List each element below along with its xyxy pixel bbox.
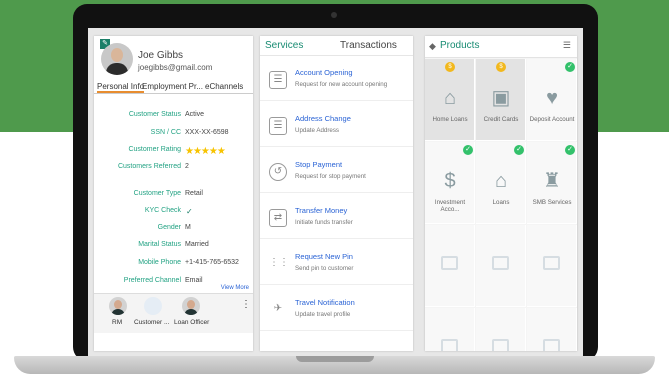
service-account-opening[interactable]: ☰ Account Opening Request for new accoun… xyxy=(260,62,413,101)
rm-label: RM xyxy=(112,319,123,326)
product-home-loans[interactable]: $ ⌂ Home Loans xyxy=(425,59,475,141)
address-icon: ☰ xyxy=(269,117,287,135)
home-icon: ⌂ xyxy=(494,170,508,192)
image-icon xyxy=(492,256,509,270)
image-icon xyxy=(492,339,509,351)
dollar-badge-icon: $ xyxy=(496,62,506,72)
list-icon[interactable]: ☰ xyxy=(563,40,571,51)
kyc-check-icon: ✓ xyxy=(186,207,193,216)
check-badge-icon: ✓ xyxy=(565,62,575,72)
image-icon xyxy=(441,339,458,351)
home-icon: ⌂ xyxy=(443,87,457,109)
check-badge-icon: ✓ xyxy=(514,145,524,155)
products-header: ◆ Products ☰ xyxy=(425,36,577,58)
related-contacts: RM Customer ... Loan Officer ⋮ xyxy=(94,293,253,333)
product-investment-account[interactable]: ✓ $ Investment Acco... xyxy=(425,142,475,224)
products-title: Products xyxy=(440,40,480,51)
image-icon xyxy=(543,256,560,270)
products-icon: ◆ xyxy=(429,41,436,51)
view-more-link[interactable]: View More xyxy=(221,285,249,291)
check-badge-icon: ✓ xyxy=(463,145,473,155)
image-icon: ▣ xyxy=(491,87,511,109)
pin-icon: ⋮⋮ xyxy=(269,257,289,268)
rating-stars-icon: ★★★★★ xyxy=(185,146,226,157)
product-placeholder-3 xyxy=(527,225,577,307)
loan-officer-avatar[interactable] xyxy=(182,297,200,315)
customer-label: Customer ... xyxy=(134,319,170,326)
transfer-icon: ⇄ xyxy=(269,209,287,227)
more-options-icon[interactable]: ⋮ xyxy=(241,299,251,310)
product-placeholder-1 xyxy=(425,225,475,307)
customer-email: joegibbs@gmail.com xyxy=(138,63,213,72)
tab-employment[interactable]: Employment Pr... xyxy=(142,82,203,91)
stop-payment-icon: ↺ xyxy=(269,163,287,181)
loan-officer-label: Loan Officer xyxy=(174,319,210,326)
product-placeholder-2 xyxy=(476,225,526,307)
piggy-bank-icon: ♥ xyxy=(546,87,558,109)
tab-echannels[interactable]: eChannels xyxy=(205,82,243,91)
product-placeholder-5 xyxy=(476,308,526,351)
tab-transactions[interactable]: Transactions xyxy=(340,40,397,51)
service-address-change[interactable]: ☰ Address Change Update Address xyxy=(260,108,413,147)
customer-panel: ✎ Joe Gibbs joegibbs@gmail.com Personal … xyxy=(94,36,253,351)
products-grid: $ ⌂ Home Loans $ ▣ Credit Cards ✓ ♥ Depo… xyxy=(425,59,577,351)
customer-tabs: Personal Info Employment Pr... eChannels xyxy=(94,80,253,94)
customer-avatar xyxy=(101,43,133,75)
travel-icon: ✈ xyxy=(273,303,283,314)
customer-avatar-small[interactable] xyxy=(144,297,162,315)
service-transfer-money[interactable]: ⇄ Transfer Money Initiate funds transfer xyxy=(260,200,413,239)
services-header: Services Transactions xyxy=(260,36,413,56)
rm-avatar[interactable] xyxy=(109,297,127,315)
laptop-notch xyxy=(296,356,374,362)
product-deposit-account[interactable]: ✓ ♥ Deposit Account xyxy=(527,59,577,141)
document-icon: ☰ xyxy=(269,71,287,89)
camera-icon xyxy=(331,12,337,18)
dollar-badge-icon: $ xyxy=(445,62,455,72)
product-loans[interactable]: ✓ ⌂ Loans xyxy=(476,142,526,224)
product-placeholder-6 xyxy=(527,308,577,351)
products-panel: ◆ Products ☰ $ ⌂ Home Loans $ ▣ Credit C… xyxy=(425,36,577,351)
money-bag-icon: $ xyxy=(444,170,456,192)
service-stop-payment[interactable]: ↺ Stop Payment Request for stop payment xyxy=(260,154,413,193)
service-request-new-pin[interactable]: ⋮⋮ Request New Pin Send pin to customer xyxy=(260,246,413,285)
product-credit-cards[interactable]: $ ▣ Credit Cards xyxy=(476,59,526,141)
product-placeholder-4 xyxy=(425,308,475,351)
customer-name: Joe Gibbs xyxy=(138,50,184,61)
app-screen: ✎ Joe Gibbs joegibbs@gmail.com Personal … xyxy=(88,28,583,356)
tab-services[interactable]: Services xyxy=(265,40,303,51)
service-travel-notification[interactable]: ✈ Travel Notification Update travel prof… xyxy=(260,292,413,331)
image-icon xyxy=(441,256,458,270)
image-icon xyxy=(543,339,560,351)
building-icon: ♜ xyxy=(543,170,561,192)
tab-personal-info[interactable]: Personal Info xyxy=(97,82,145,93)
check-badge-icon: ✓ xyxy=(565,145,575,155)
services-panel: Services Transactions ☰ Account Opening … xyxy=(260,36,413,351)
product-smb-services[interactable]: ✓ ♜ SMB Services xyxy=(527,142,577,224)
